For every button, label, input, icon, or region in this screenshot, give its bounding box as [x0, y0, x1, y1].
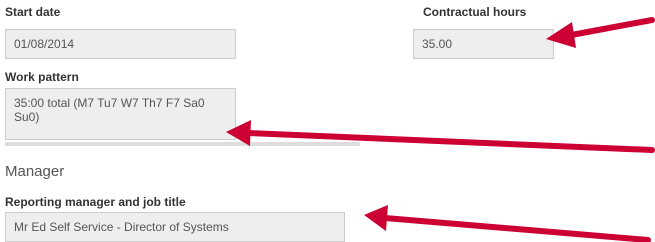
contractual-hours-field[interactable]: 35.00: [413, 29, 554, 59]
contractual-hours-label: Contractual hours: [423, 5, 527, 19]
arrow-contractual-hours-icon: [546, 17, 655, 48]
reporting-manager-field[interactable]: Mr Ed Self Service - Director of Systems: [5, 212, 345, 242]
section-divider: [5, 142, 360, 146]
start-date-field[interactable]: 01/08/2014: [5, 29, 236, 59]
work-pattern-label: Work pattern: [5, 70, 79, 84]
start-date-label: Start date: [5, 5, 61, 19]
work-pattern-field[interactable]: 35:00 total (M7 Tu7 W7 Th7 F7 Sa0 Su0): [5, 88, 236, 140]
reporting-manager-label: Reporting manager and job title: [5, 195, 186, 209]
manager-section-title: Manager: [5, 163, 65, 180]
arrow-reporting-manager-icon: [364, 205, 651, 242]
